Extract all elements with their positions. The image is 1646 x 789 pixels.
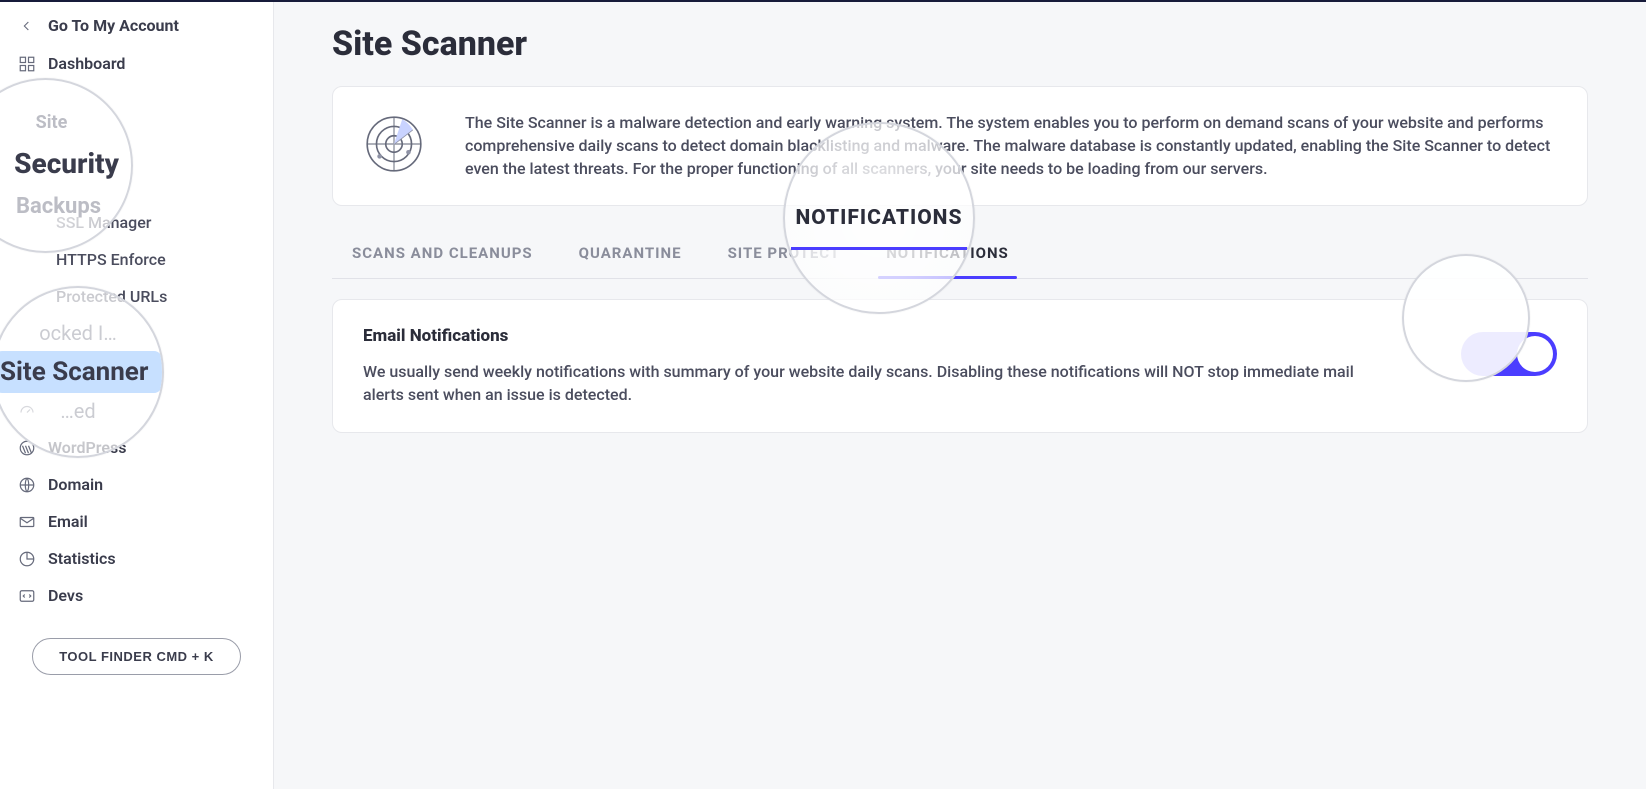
tool-finder-button[interactable]: Tool Finder CMD + K [32, 638, 241, 675]
intro-description: The Site Scanner is a malware detection … [465, 111, 1559, 181]
sidebar: Go To My Account Dashboard Security SSL … [0, 2, 274, 789]
scanner-tabs: Scans and Cleanups Quarantine Site Prote… [332, 228, 1588, 279]
mail-icon [18, 513, 36, 531]
sidebar-sub-https-enforce[interactable]: HTTPS Enforce [0, 241, 273, 278]
wordpress-label: WordPress [48, 438, 126, 457]
sidebar-sub-ssl-manager[interactable]: SSL Manager [0, 204, 273, 241]
page-title: Site Scanner [332, 24, 1588, 64]
code-icon [18, 587, 36, 605]
toggle-knob [1517, 336, 1553, 372]
radar-icon [361, 111, 427, 177]
panel-title: Email Notifications [363, 326, 1363, 346]
sidebar-item-domain[interactable]: Domain [0, 466, 273, 503]
tab-quarantine[interactable]: Quarantine [579, 228, 682, 278]
devs-label: Devs [48, 586, 83, 605]
sidebar-sub-protected-urls[interactable]: Protected URLs [0, 278, 273, 315]
sidebar-item-devs[interactable]: Devs [0, 577, 273, 614]
email-notifications-toggle[interactable] [1461, 332, 1557, 376]
statistics-label: Statistics [48, 549, 116, 568]
tab-scans-and-cleanups[interactable]: Scans and Cleanups [352, 228, 533, 278]
gauge-icon [18, 402, 36, 420]
globe-icon [18, 476, 36, 494]
back-label: Go To My Account [48, 16, 179, 35]
sidebar-item-email[interactable]: Email [0, 503, 273, 540]
domain-label: Domain [48, 475, 103, 494]
pie-chart-icon [18, 550, 36, 568]
tab-notifications[interactable]: Notifications [886, 228, 1009, 278]
intro-card: The Site Scanner is a malware detection … [332, 86, 1588, 206]
arrow-left-icon [18, 17, 36, 35]
sidebar-item-speed[interactable]: Speed [0, 392, 273, 429]
tab-site-protect[interactable]: Site Protect [728, 228, 841, 278]
sidebar-item-wordpress[interactable]: WordPress [0, 429, 273, 466]
main-content: Site Scanner The Site Scanner is a malwa… [274, 2, 1646, 789]
wordpress-icon [18, 439, 36, 457]
sidebar-item-statistics[interactable]: Statistics [0, 540, 273, 577]
sidebar-spacer [0, 82, 273, 204]
grid-icon [18, 55, 36, 73]
email-notifications-panel: Email Notifications We usually send week… [332, 299, 1588, 433]
dashboard-label: Dashboard [48, 54, 125, 73]
email-label: Email [48, 512, 88, 531]
back-to-account-link[interactable]: Go To My Account [0, 14, 273, 45]
panel-description: We usually send weekly notifications wit… [363, 360, 1363, 406]
